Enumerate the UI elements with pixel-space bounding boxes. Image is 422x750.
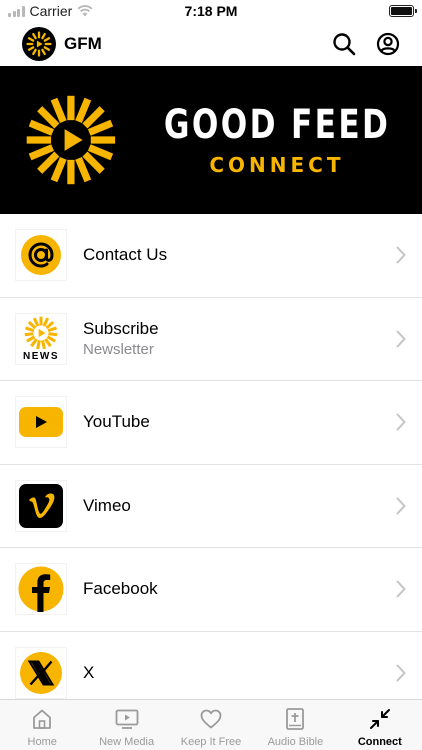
bible-icon <box>286 708 305 730</box>
wifi-icon <box>77 5 93 17</box>
news-icon: NEWS <box>16 313 66 364</box>
list-item-subtitle: Newsletter <box>83 341 154 359</box>
list-item-title: YouTube <box>83 412 150 432</box>
list-item-facebook[interactable]: Facebook <box>0 548 422 632</box>
tab-label: Connect <box>357 736 402 748</box>
chevron-right-icon <box>396 246 406 264</box>
list-item-title: Vimeo <box>83 495 131 515</box>
list-item-text: Contact Us <box>83 245 422 265</box>
list-item-title: X <box>83 662 95 682</box>
list-item-title: Facebook <box>83 579 158 599</box>
heart-icon <box>200 709 222 729</box>
at-sign-icon <box>16 230 66 281</box>
app-header: GFM <box>0 22 422 66</box>
good-feed-banner: GOOD FEED CONNECT <box>0 66 422 214</box>
tab-home[interactable]: Home <box>0 700 84 750</box>
home-icon <box>33 709 52 729</box>
list-item-x[interactable]: X <box>0 632 422 700</box>
list-item-youtube[interactable]: YouTube <box>0 381 422 465</box>
status-left: Carrier <box>8 3 93 19</box>
tab-label: New Media <box>99 736 155 748</box>
list-item-text: Facebook <box>83 579 422 599</box>
tab-connect[interactable]: Connect <box>338 700 422 750</box>
list-item-title: Subscribe <box>83 319 159 339</box>
connect-icon <box>369 709 390 729</box>
banner-title: GOOD FEED <box>163 102 391 148</box>
tab-label: Audio Bible <box>267 736 324 748</box>
carrier-label: Carrier <box>29 3 73 19</box>
banner-text: GOOD FEED CONNECT <box>132 103 422 177</box>
list-item-text: Vimeo <box>83 496 422 516</box>
tab-label: Home <box>27 736 57 748</box>
chevron-right-icon <box>396 664 406 682</box>
tab-bar: Home New Media Keep It Free Audio Bible <box>0 699 422 750</box>
news-icon-label: NEWS <box>23 350 59 362</box>
facebook-icon <box>16 564 66 615</box>
gfm-logo <box>22 27 56 61</box>
profile-icon <box>376 32 400 56</box>
vimeo-icon <box>16 480 66 531</box>
list-item-contact-us[interactable]: Contact Us <box>0 214 422 298</box>
chevron-right-icon <box>396 413 406 431</box>
list-item-text: Subscribe Newsletter <box>83 319 422 358</box>
chevron-right-icon <box>396 330 406 348</box>
app-title: GFM <box>64 34 102 53</box>
tab-audio-bible[interactable]: Audio Bible <box>253 700 337 750</box>
list-item-text: X <box>83 663 422 683</box>
list-item-vimeo[interactable]: Vimeo <box>0 465 422 548</box>
search-button[interactable] <box>326 26 362 62</box>
profile-button[interactable] <box>370 26 406 62</box>
list-item-text: YouTube <box>83 412 422 432</box>
signal-icon <box>8 5 25 17</box>
tab-keep-it-free[interactable]: Keep It Free <box>169 700 253 750</box>
banner-subtitle: CONNECT <box>209 153 345 177</box>
youtube-icon <box>16 397 66 448</box>
good-feed-logo-icon <box>26 95 116 185</box>
tab-new-media[interactable]: New Media <box>84 700 168 750</box>
x-icon <box>16 647 66 698</box>
battery-icon <box>389 5 417 17</box>
chevron-right-icon <box>396 580 406 598</box>
list-item-title: Contact Us <box>83 245 168 265</box>
chevron-right-icon <box>396 497 406 515</box>
tv-icon <box>115 709 139 729</box>
list-item-subscribe[interactable]: NEWS Subscribe Newsletter <box>0 298 422 381</box>
tab-label: Keep It Free <box>180 736 242 748</box>
search-icon <box>333 33 356 56</box>
status-bar: Carrier 7:18 PM <box>0 0 422 22</box>
connect-list: Contact Us NEWS Subscribe Newsletter You… <box>0 214 422 699</box>
